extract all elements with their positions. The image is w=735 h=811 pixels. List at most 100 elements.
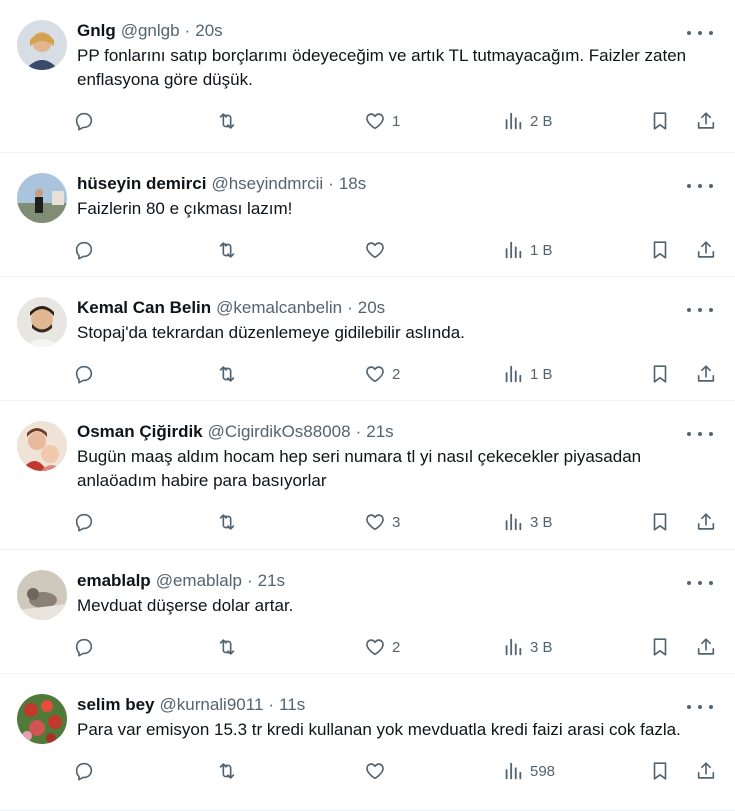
view-count: 3 B	[530, 638, 553, 656]
tweet[interactable]: Kemal Can Belin @kemalcanbelin · 20s Sto…	[0, 277, 735, 401]
heart-icon	[366, 514, 384, 531]
tweet[interactable]: Gnlg @gnlgb · 20s PP fonlarını satıp bor…	[0, 0, 735, 153]
retweet-button[interactable]	[216, 511, 238, 533]
author-name[interactable]: selim bey	[77, 694, 155, 716]
timestamp[interactable]: 21s	[258, 570, 285, 592]
avatar-image	[17, 421, 67, 471]
bookmark-button[interactable]	[649, 511, 671, 533]
separator-dot: ·	[246, 571, 253, 590]
tweet-text: Faizlerin 80 e çıkması lazım!	[77, 199, 293, 218]
views-button[interactable]: 2 B	[502, 110, 553, 132]
views-button[interactable]: 598	[502, 760, 555, 782]
avatar-image	[17, 20, 67, 70]
bookmark-button[interactable]	[649, 636, 671, 658]
bookmark-button[interactable]	[649, 760, 671, 782]
share-button[interactable]	[695, 363, 717, 385]
views-icon	[505, 638, 522, 656]
share-button[interactable]	[695, 636, 717, 658]
avatar[interactable]	[17, 20, 67, 70]
retweet-button[interactable]	[216, 760, 238, 782]
action-bar: 1 2 B	[72, 102, 719, 142]
author-handle[interactable]: @kurnali9011	[160, 694, 264, 716]
retweet-icon	[219, 113, 235, 129]
tweet-header: Gnlg @gnlgb · 20s	[77, 20, 719, 42]
bookmark-icon	[653, 762, 667, 780]
avatar[interactable]	[17, 694, 67, 744]
tweet[interactable]: emablalp @emablalp · 21s Mevduat düşerse…	[0, 550, 735, 674]
views-button[interactable]: 1 B	[502, 239, 553, 261]
like-button[interactable]: 2	[364, 636, 400, 658]
share-button[interactable]	[695, 760, 717, 782]
reply-button[interactable]	[73, 511, 95, 533]
retweet-button[interactable]	[216, 363, 238, 385]
like-button[interactable]: 1	[364, 110, 400, 132]
author-handle[interactable]: @emablalp	[156, 570, 242, 592]
like-button[interactable]	[364, 760, 392, 782]
share-icon	[697, 762, 715, 779]
more-icon[interactable]	[687, 26, 713, 40]
author-name[interactable]: Osman Çiğirdik	[77, 421, 203, 443]
separator-dot: ·	[184, 21, 191, 40]
like-button[interactable]: 3	[364, 511, 400, 533]
more-icon[interactable]	[687, 427, 713, 441]
share-button[interactable]	[695, 511, 717, 533]
views-button[interactable]: 1 B	[502, 363, 553, 385]
tweet-text: Mevduat düşerse dolar artar.	[77, 596, 294, 615]
bookmark-icon	[653, 241, 667, 259]
author-name[interactable]: hüseyin demirci	[77, 173, 206, 195]
like-button[interactable]	[364, 239, 392, 261]
more-icon[interactable]	[687, 576, 713, 590]
more-icon[interactable]	[687, 179, 713, 193]
avatar[interactable]	[17, 421, 67, 471]
author-name[interactable]: emablalp	[77, 570, 151, 592]
reply-button[interactable]	[73, 239, 95, 261]
retweet-button[interactable]	[216, 239, 238, 261]
avatar[interactable]	[17, 173, 67, 223]
author-handle[interactable]: @kemalcanbelin	[216, 297, 342, 319]
author-handle[interactable]: @gnlgb	[121, 20, 180, 42]
retweet-button[interactable]	[216, 110, 238, 132]
avatar[interactable]	[17, 570, 67, 620]
timestamp[interactable]: 20s	[195, 20, 222, 42]
tweet[interactable]: hüseyin demirci @hseyindmrcii · 18s Faiz…	[0, 153, 735, 277]
like-count: 1	[392, 112, 401, 130]
bookmark-button[interactable]	[649, 110, 671, 132]
avatar-image	[17, 297, 67, 347]
timestamp[interactable]: 18s	[339, 173, 366, 195]
bookmark-button[interactable]	[649, 363, 671, 385]
timestamp[interactable]: 11s	[279, 694, 305, 716]
heart-icon	[366, 763, 384, 780]
more-icon[interactable]	[687, 303, 713, 317]
like-button[interactable]: 2	[364, 363, 400, 385]
separator-dot: ·	[268, 695, 275, 714]
timestamp[interactable]: 21s	[366, 421, 393, 443]
author-handle[interactable]: @hseyindmrcii	[211, 173, 323, 195]
avatar-image	[17, 694, 67, 744]
reply-button[interactable]	[73, 636, 95, 658]
tweet[interactable]: selim bey @kurnali9011 · 11s Para var em…	[0, 674, 735, 811]
bookmark-button[interactable]	[649, 239, 671, 261]
retweet-button[interactable]	[216, 636, 238, 658]
action-bar: 3 3 B	[72, 503, 719, 543]
action-bar: 1 B	[72, 231, 719, 271]
reply-button[interactable]	[73, 363, 95, 385]
more-icon[interactable]	[687, 700, 713, 714]
author-handle[interactable]: @CigirdikOs88008	[208, 421, 351, 443]
share-button[interactable]	[695, 239, 717, 261]
views-icon	[505, 365, 522, 383]
tweet[interactable]: Osman Çiğirdik @CigirdikOs88008 · 21s Bu…	[0, 401, 735, 550]
reply-button[interactable]	[73, 110, 95, 132]
author-name[interactable]: Kemal Can Belin	[77, 297, 211, 319]
views-button[interactable]: 3 B	[502, 511, 553, 533]
timestamp[interactable]: 20s	[358, 297, 385, 319]
bookmark-icon	[653, 112, 667, 130]
retweet-icon	[219, 366, 235, 382]
views-button[interactable]: 3 B	[502, 636, 553, 658]
retweet-icon	[219, 763, 235, 779]
reply-button[interactable]	[73, 760, 95, 782]
author-name[interactable]: Gnlg	[77, 20, 116, 42]
avatar[interactable]	[17, 297, 67, 347]
heart-icon	[366, 113, 384, 130]
share-button[interactable]	[695, 110, 717, 132]
tweet-header: hüseyin demirci @hseyindmrcii · 18s	[77, 173, 719, 195]
